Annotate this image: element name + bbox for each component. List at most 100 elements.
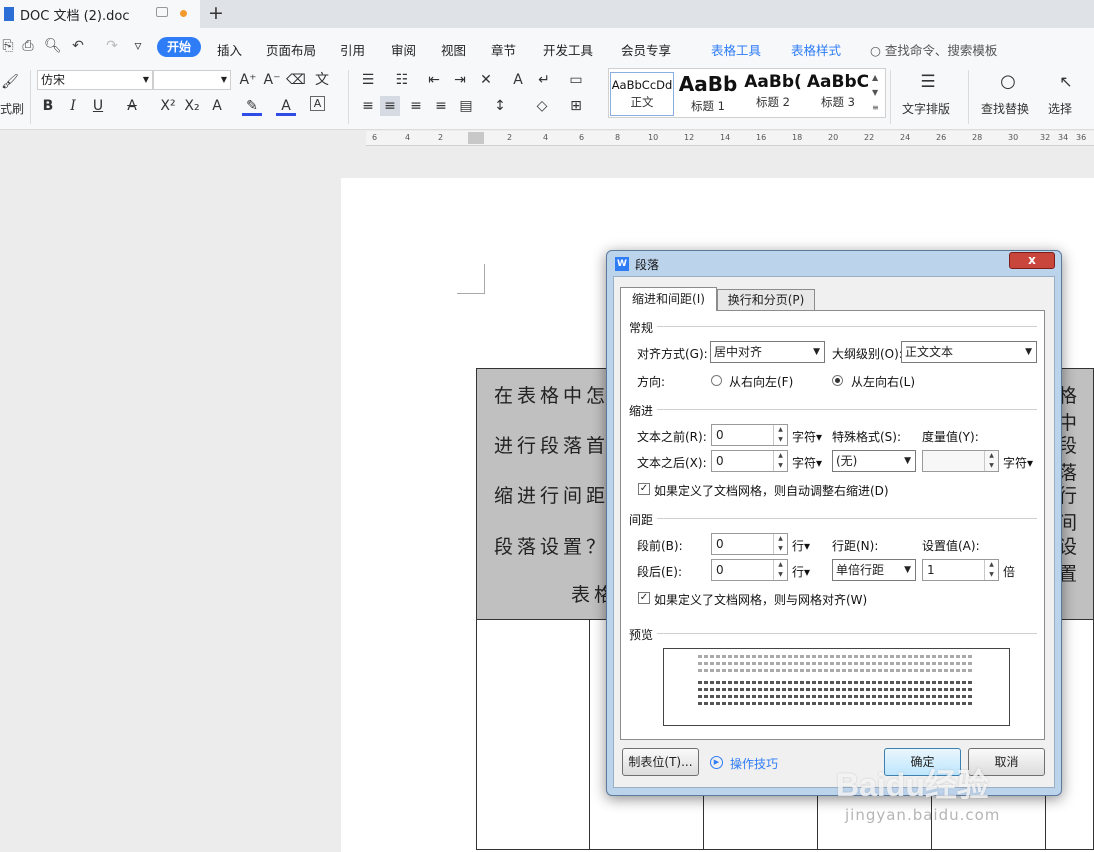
font-name-select[interactable]: 仿宋 ▼ — [37, 70, 153, 90]
indent-unit-dropdown[interactable]: 字符▾ — [792, 428, 822, 445]
decrease-indent-icon[interactable]: ⇤ — [424, 70, 444, 90]
spacing-unit-dropdown[interactable]: 行▾ — [792, 537, 810, 554]
spin-arrows-icon[interactable]: ▲ ▼ — [773, 534, 787, 554]
ruler-toggle-icon[interactable]: ▭ — [566, 70, 586, 90]
monitor-icon[interactable] — [156, 7, 168, 17]
menu-view[interactable]: 视图 — [441, 40, 466, 59]
bullet-list-icon[interactable]: ☰ — [358, 70, 378, 90]
ltr-radio[interactable] — [832, 375, 843, 386]
indent-unit-dropdown[interactable]: 字符▾ — [792, 454, 822, 471]
align-left-icon[interactable]: ≡ — [358, 96, 378, 116]
highlight-icon[interactable]: ✎ — [242, 96, 262, 116]
more-quick-icon[interactable]: ▿ — [130, 38, 146, 54]
tab-stops-button[interactable]: 制表位(T)... — [622, 748, 699, 776]
redo-icon[interactable]: ↷ — [104, 38, 120, 54]
font-color-icon[interactable]: A — [276, 96, 296, 116]
line-spacing-icon[interactable]: ↕ — [490, 96, 510, 116]
align-select[interactable]: 居中对齐 ▼ — [710, 341, 825, 363]
special-format-select[interactable]: (无) ▼ — [832, 450, 916, 472]
rtl-radio[interactable] — [711, 375, 722, 386]
ruler-indent-marker[interactable] — [468, 132, 484, 144]
spin-arrows-icon[interactable]: ▲ ▼ — [773, 425, 787, 445]
menu-layout[interactable]: 页面布局 — [266, 40, 316, 59]
style-heading-1[interactable]: AaBb 标题 1 — [676, 72, 740, 114]
chinese-layout-icon[interactable]: ✕ — [476, 70, 496, 90]
tab-line-page-break[interactable]: 换行和分页(P) — [717, 289, 815, 311]
print-icon[interactable]: ⎙ — [20, 38, 36, 54]
command-search[interactable]: ○ 查找命令、搜索模板 — [870, 40, 997, 59]
distribute-icon[interactable]: ▤ — [456, 96, 476, 116]
line-break-icon[interactable]: ↵ — [534, 70, 554, 90]
outline-select[interactable]: 正文文本 ▼ — [901, 341, 1037, 363]
style-body[interactable]: AaBbCcDd 正文 — [610, 72, 674, 116]
rtl-label[interactable]: 从右向左(F) — [729, 373, 793, 390]
menu-developer[interactable]: 开发工具 — [543, 40, 593, 59]
font-size-select[interactable]: ▼ — [153, 70, 231, 90]
char-border-icon[interactable]: A — [310, 96, 325, 111]
phonetic-icon[interactable]: 文 — [312, 70, 332, 90]
increase-indent-icon[interactable]: ⇥ — [450, 70, 470, 90]
style-heading-2[interactable]: AaBb( 标题 2 — [741, 72, 805, 110]
menu-member[interactable]: 会员专享 — [621, 40, 671, 59]
spin-arrows-icon[interactable]: ▲ ▼ — [773, 560, 787, 580]
tab-indent-spacing[interactable]: 缩进和间距(I) — [620, 287, 717, 311]
justify-icon[interactable]: ≡ — [431, 96, 451, 116]
clear-format-icon[interactable]: ⌫ — [286, 70, 306, 90]
menu-insert[interactable]: 插入 — [217, 40, 242, 59]
shading-icon[interactable]: ◇ — [532, 96, 552, 116]
measure-unit-dropdown[interactable]: 字符▾ — [1003, 454, 1033, 471]
bold-icon[interactable]: B — [38, 96, 58, 116]
text-layout-icon[interactable]: ☰ — [918, 72, 938, 92]
text-effect-icon[interactable]: A — [207, 96, 227, 116]
borders-icon[interactable]: ⊞ — [566, 96, 586, 116]
find-replace-label[interactable]: 查找替换 — [981, 100, 1029, 117]
menu-review[interactable]: 审阅 — [391, 40, 416, 59]
shrink-font-icon[interactable]: A⁻ — [262, 70, 282, 90]
cursor-icon[interactable]: ↖ — [1056, 72, 1076, 92]
styles-scroll-icon[interactable]: ▲ ▼ ≡ — [872, 70, 879, 115]
select-label[interactable]: 选择 — [1048, 100, 1072, 117]
find-icon[interactable]: ○ — [998, 72, 1018, 92]
align-center-icon[interactable]: ≡ — [380, 96, 400, 116]
text-layout-label[interactable]: 文字排版 — [902, 100, 950, 117]
underline-icon[interactable]: U — [88, 96, 108, 116]
subscript-icon[interactable]: X₂ — [182, 96, 202, 116]
paste-icon[interactable]: ⎘ — [0, 38, 16, 54]
text-direction-icon[interactable]: A — [508, 70, 528, 90]
menu-start[interactable]: 开始 — [157, 37, 201, 57]
print-preview-icon[interactable]: 🔍︎ — [44, 38, 62, 54]
numbered-list-icon[interactable]: ☷ — [392, 70, 412, 90]
grow-font-icon[interactable]: A⁺ — [238, 70, 258, 90]
menu-table-style[interactable]: 表格样式 — [791, 40, 841, 59]
style-heading-3[interactable]: AaBbC 标题 3 — [806, 72, 870, 110]
setting-value-spinner[interactable]: 1 ▲ ▼ — [922, 559, 999, 581]
snap-grid-label[interactable]: 如果定义了文档网格，则与网格对齐(W) — [654, 591, 867, 608]
menu-table-tools[interactable]: 表格工具 — [711, 40, 761, 59]
align-right-icon[interactable]: ≡ — [406, 96, 426, 116]
ltr-label[interactable]: 从左向右(L) — [851, 373, 915, 390]
indent-before-spinner[interactable]: 0 ▲ ▼ — [711, 424, 788, 446]
add-tab-icon[interactable]: + — [208, 2, 224, 24]
auto-adjust-checkbox[interactable]: ✓ — [638, 483, 650, 495]
document-tab[interactable]: DOC 文档 (2).doc — [0, 0, 200, 28]
format-painter-icon[interactable]: 🖌︎ — [0, 72, 20, 92]
spin-arrows-icon[interactable]: ▲ ▼ — [773, 451, 787, 471]
play-icon[interactable]: ▶ — [710, 756, 723, 769]
indent-after-spinner[interactable]: 0 ▲ ▼ — [711, 450, 788, 472]
line-spacing-select[interactable]: 单倍行距 ▼ — [832, 559, 916, 581]
tips-link[interactable]: 操作技巧 — [730, 755, 778, 772]
spin-arrows-icon[interactable]: ▲ ▼ — [984, 560, 998, 580]
superscript-icon[interactable]: X² — [158, 96, 178, 116]
menu-references[interactable]: 引用 — [340, 40, 365, 59]
menu-chapter[interactable]: 章节 — [491, 40, 516, 59]
spacing-unit-dropdown[interactable]: 行▾ — [792, 563, 810, 580]
undo-icon[interactable]: ↶ — [70, 38, 86, 54]
spin-arrows-icon[interactable]: ▲ ▼ — [984, 451, 998, 471]
italic-icon[interactable]: I — [63, 96, 83, 116]
auto-adjust-label[interactable]: 如果定义了文档网格，则自动调整右缩进(D) — [654, 482, 889, 499]
close-button[interactable]: x — [1009, 252, 1055, 269]
snap-grid-checkbox[interactable]: ✓ — [638, 592, 650, 604]
space-after-spinner[interactable]: 0 ▲ ▼ — [711, 559, 788, 581]
strikethrough-icon[interactable]: A — [122, 96, 142, 116]
measure-spinner[interactable]: ▲ ▼ — [922, 450, 999, 472]
